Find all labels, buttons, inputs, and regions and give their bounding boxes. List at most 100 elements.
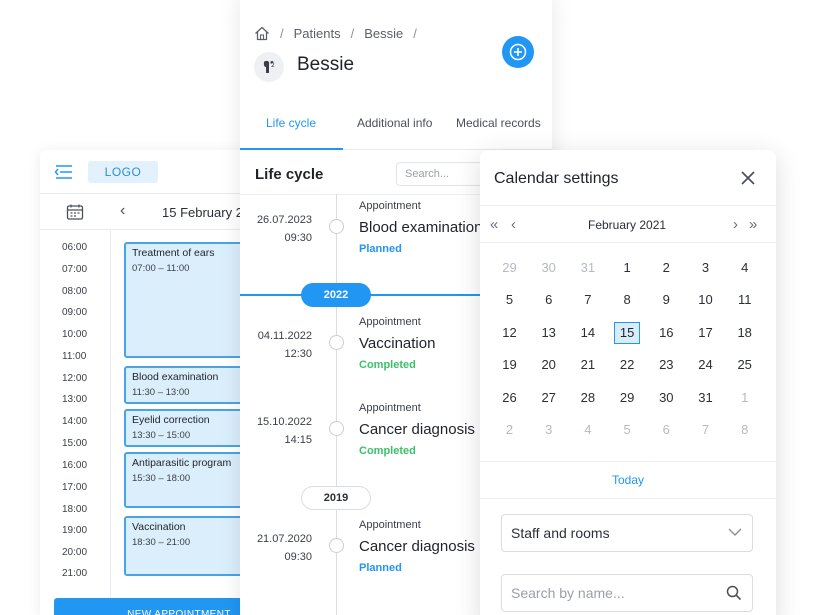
patient-name: Bessie [297,54,355,75]
scheduler-date: 15 February 2 [162,205,243,220]
calendar-day[interactable]: 27 [529,382,568,414]
calendar-day[interactable]: 8 [725,414,764,446]
calendar-day[interactable]: 23 [647,349,686,381]
calendar-settings-panel: Calendar settings « ‹ February 2021 › » … [480,150,776,615]
calendar-day[interactable]: 14 [568,317,607,349]
calendar-icon[interactable] [66,203,84,221]
calendar-day[interactable]: 1 [725,382,764,414]
add-record-button[interactable] [502,36,534,68]
hour-label: 13:00 [62,394,88,405]
calendar-day[interactable]: 30 [529,252,568,284]
calendar-day[interactable]: 31 [568,252,607,284]
staff-rooms-select[interactable]: Staff and rooms [501,514,753,552]
hour-label: 12:00 [62,373,88,384]
calendar-day[interactable]: 11 [725,284,764,316]
timeline-dot [329,335,344,350]
hour-label: 20:00 [62,547,88,558]
hour-label: 09:00 [62,307,88,318]
patient-avatar: 2 [254,52,284,82]
calendar-day[interactable]: 5 [608,414,647,446]
active-tab-indicator [240,148,343,150]
hour-label: 08:00 [62,286,88,297]
hours-divider [110,230,111,615]
tab-life-cycle[interactable]: Life cycle [266,116,316,130]
calendar-day[interactable]: 7 [686,414,725,446]
entry-status: Planned [359,562,402,574]
previous-month-icon[interactable]: ‹ [511,216,516,233]
section-title: Life cycle [255,166,324,183]
svg-text:2: 2 [271,62,275,69]
entry-status: Completed [359,359,416,371]
breadcrumb-patients[interactable]: Patients [294,26,341,41]
previous-day-icon[interactable]: ‹ [120,202,125,220]
calendar-day[interactable]: 29 [608,382,647,414]
calendar-day[interactable]: 30 [647,382,686,414]
calendar-day[interactable]: 9 [647,284,686,316]
hour-label: 14:00 [62,416,88,427]
current-month: February 2021 [588,218,667,232]
calendar-day[interactable]: 12 [490,317,529,349]
calendar-day[interactable]: 2 [647,252,686,284]
calendar-day[interactable]: 31 [686,382,725,414]
today-button[interactable]: Today [480,461,776,499]
calendar-day[interactable]: 3 [686,252,725,284]
calendar-day[interactable]: 4 [568,414,607,446]
calendar-day[interactable]: 20 [529,349,568,381]
calendar-day[interactable]: 29 [490,252,529,284]
calendar-day[interactable]: 8 [608,284,647,316]
close-icon[interactable] [739,169,757,187]
entry-type: Appointment [359,200,421,212]
hour-label: 16:00 [62,460,88,471]
entry-name: Cancer diagnosis [359,538,475,555]
entry-time: 14:15 [284,434,312,446]
calendar-day[interactable]: 25 [725,349,764,381]
breadcrumb: / Patients / Bessie / [254,26,427,41]
hour-label: 11:00 [62,351,87,362]
calendar-day[interactable]: 5 [490,284,529,316]
search-by-name-input[interactable]: Search by name... [501,574,753,612]
hour-label: 06:00 [62,242,88,253]
breadcrumb-separator: / [280,26,284,41]
next-month-icon[interactable]: › [733,216,738,233]
calendar-day[interactable]: 22 [608,349,647,381]
calendar-day[interactable]: 10 [686,284,725,316]
calendar-settings-title: Calendar settings [494,170,619,187]
calendar-day[interactable]: 7 [568,284,607,316]
chevron-down-icon [728,528,742,536]
calendar-day[interactable]: 16 [647,317,686,349]
entry-date: 04.11.2022 [257,330,312,342]
calendar-day[interactable]: 3 [529,414,568,446]
patient-tabs: Life cycle Additional info Medical recor… [240,104,552,150]
calendar-day[interactable]: 4 [725,252,764,284]
staff-rooms-value: Staff and rooms [511,525,610,541]
next-year-icon[interactable]: » [749,216,757,233]
selected-day-label: 15 [614,321,641,344]
calendar-day[interactable]: 6 [529,284,568,316]
calendar-day[interactable]: 2 [490,414,529,446]
breadcrumb-bessie[interactable]: Bessie [364,26,403,41]
calendar-day[interactable]: 28 [568,382,607,414]
hour-label: 15:00 [62,438,88,449]
calendar-day-selected[interactable]: 15 [608,317,647,349]
calendar-day[interactable]: 1 [608,252,647,284]
calendar-day[interactable]: 17 [686,317,725,349]
calendar-day[interactable]: 26 [490,382,529,414]
calendar-day[interactable]: 21 [568,349,607,381]
calendar-day[interactable]: 18 [725,317,764,349]
calendar-day[interactable]: 6 [647,414,686,446]
previous-year-icon[interactable]: « [490,216,498,233]
timeline-dot [329,538,344,553]
entry-time: 09:30 [284,551,312,563]
calendar-day[interactable]: 24 [686,349,725,381]
calendar-day[interactable]: 19 [490,349,529,381]
hour-label: 07:00 [62,264,88,275]
tab-medical-records[interactable]: Medical records [456,116,541,130]
search-by-name-placeholder: Search by name... [511,585,625,601]
hour-label: 19:00 [62,525,88,536]
calendar-day[interactable]: 13 [529,317,568,349]
home-icon[interactable] [254,26,270,41]
hour-label: 18:00 [62,504,88,515]
entry-name: Vaccination [359,335,436,352]
tab-additional-info[interactable]: Additional info [357,116,432,130]
menu-collapse-icon[interactable] [54,164,74,180]
